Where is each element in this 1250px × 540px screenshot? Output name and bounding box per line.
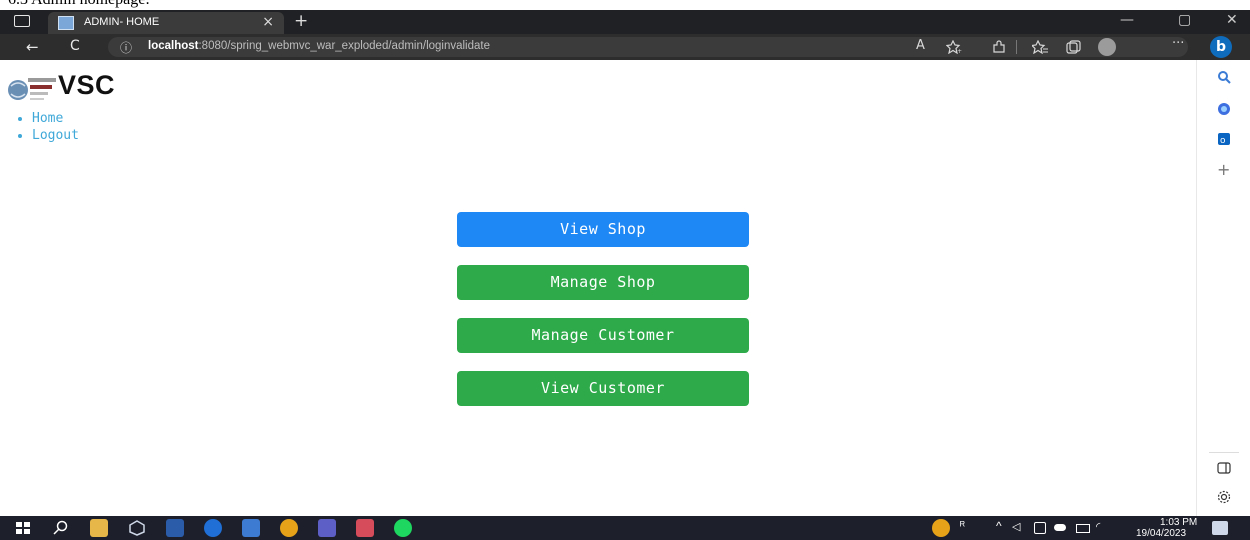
volume-icon[interactable]: ◁	[1012, 520, 1020, 533]
sidebar-divider	[1209, 452, 1239, 453]
hide-sidebar-icon[interactable]	[1217, 462, 1231, 474]
browser-sidebar: o +	[1196, 60, 1250, 516]
notifications-icon[interactable]	[1212, 521, 1228, 535]
document-caption: 6.3 Admin homepage:	[0, 0, 1250, 10]
url-host: localhost	[148, 40, 199, 52]
edge-taskbar-icon[interactable]	[204, 519, 222, 537]
spotify-icon[interactable]	[394, 519, 412, 537]
intellij-icon[interactable]	[356, 519, 374, 537]
close-window-icon[interactable]: ✕	[1226, 12, 1238, 28]
clock-date[interactable]: 19/04/2023	[1136, 528, 1186, 539]
extensions-icon[interactable]	[992, 40, 1006, 54]
profile-avatar[interactable]	[1098, 38, 1116, 56]
help-icon[interactable]	[932, 519, 950, 537]
3d-viewer-icon[interactable]	[128, 519, 146, 537]
display-icon[interactable]	[1034, 522, 1046, 534]
gear-icon[interactable]	[1217, 490, 1231, 504]
manage-customer-button[interactable]: Manage Customer	[457, 318, 749, 353]
maximize-icon[interactable]: ▢	[1178, 12, 1191, 28]
manage-shop-button[interactable]: Manage Shop	[457, 265, 749, 300]
wifi-icon[interactable]: ◜	[1096, 520, 1100, 533]
nav-link-logout[interactable]: Logout	[32, 127, 79, 144]
read-aloud-icon[interactable]: A	[916, 38, 925, 53]
word-icon[interactable]	[166, 519, 184, 537]
refresh-icon[interactable]: C	[70, 38, 80, 54]
copilot-icon[interactable]	[1217, 102, 1231, 116]
view-shop-button[interactable]: View Shop	[457, 212, 749, 247]
back-icon[interactable]: ←	[26, 38, 39, 56]
address-bar[interactable]: ⓘ localhost:8080/spring_webmvc_war_explo…	[108, 37, 1188, 57]
browser-titlebar: ADMIN- HOME × + — ▢ ✕	[0, 10, 1250, 34]
search-icon[interactable]	[1217, 70, 1231, 84]
svg-text:+: +	[957, 48, 962, 54]
favorite-add-icon[interactable]: +	[946, 40, 962, 54]
tab-title: ADMIN- HOME	[84, 16, 160, 28]
search-taskbar-icon[interactable]	[52, 519, 70, 537]
collections-icon[interactable]	[1066, 40, 1081, 54]
url-text: localhost:8080/spring_webmvc_war_explode…	[148, 40, 490, 52]
outlook-icon[interactable]: o	[1217, 132, 1231, 146]
onedrive-icon[interactable]	[1054, 524, 1066, 531]
nav-link-home[interactable]: Home	[32, 110, 79, 127]
browser-toolbar: ← C ⓘ localhost:8080/spring_webmvc_war_e…	[0, 34, 1250, 60]
battery-icon[interactable]	[1076, 524, 1090, 533]
add-sidebar-icon[interactable]: +	[1217, 160, 1230, 179]
brand-title: VSC	[58, 70, 116, 100]
chevron-up-icon[interactable]: ^	[996, 519, 1002, 533]
favicon-icon	[58, 16, 74, 30]
bing-chat-icon[interactable]: b	[1210, 36, 1232, 58]
teams-icon[interactable]	[318, 519, 336, 537]
new-tab-button[interactable]: +	[294, 11, 308, 31]
minimize-icon[interactable]: —	[1120, 12, 1134, 28]
windows-start-icon[interactable]	[14, 519, 32, 537]
nav-list: Home Logout	[18, 110, 79, 144]
tab-actions-icon[interactable]	[14, 15, 30, 27]
browser-tab[interactable]: ADMIN- HOME ×	[48, 12, 284, 34]
windows-taskbar: ᴿ ^ ◁ ◜ 1:03 PM 19/04/2023	[0, 516, 1250, 540]
clock-time[interactable]: 1:03 PM	[1160, 517, 1197, 528]
toolbar-divider	[1016, 40, 1017, 54]
company-logo	[8, 78, 56, 100]
chrome-icon[interactable]	[280, 519, 298, 537]
view-customer-button[interactable]: View Customer	[457, 371, 749, 406]
photos-icon[interactable]	[242, 519, 260, 537]
more-icon[interactable]: ···	[1172, 36, 1184, 51]
tab-close-icon[interactable]: ×	[262, 14, 274, 30]
favorites-icon[interactable]	[1032, 40, 1048, 54]
url-path: :8080/spring_webmvc_war_exploded/admin/l…	[198, 40, 490, 52]
svg-text:o: o	[1220, 136, 1226, 146]
site-info-icon[interactable]: ⓘ	[120, 39, 132, 56]
file-explorer-icon[interactable]	[90, 519, 108, 537]
page-content: VSC Home Logout View Shop Manage Shop Ma…	[0, 60, 1196, 516]
caption-text: 6.3 Admin homepage:	[8, 0, 150, 9]
people-icon[interactable]: ᴿ	[960, 520, 965, 532]
